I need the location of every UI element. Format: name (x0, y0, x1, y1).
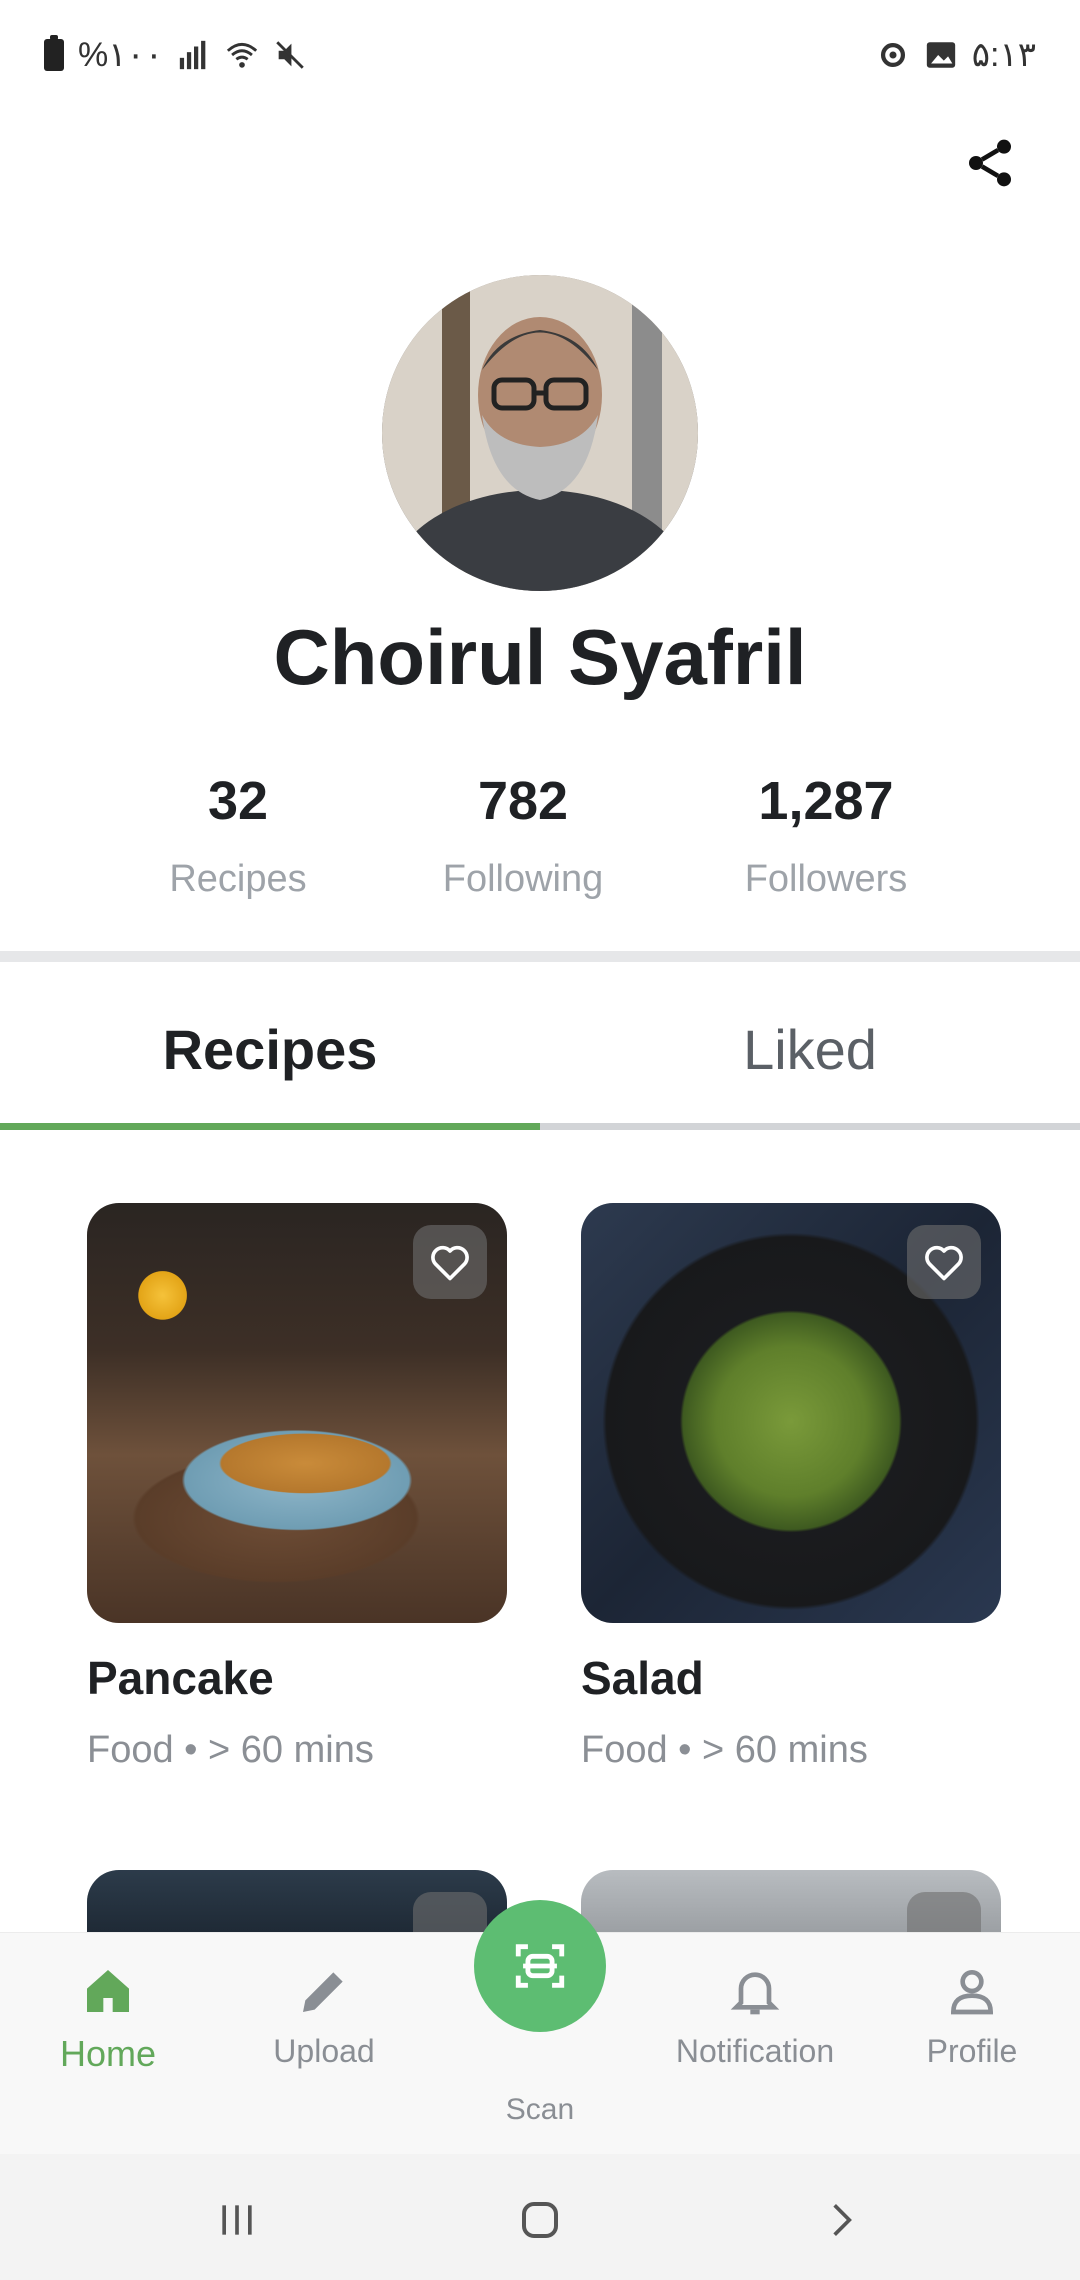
recipe-image[interactable] (581, 1203, 1001, 1623)
nav-scan-label[interactable]: Scan (440, 2093, 640, 2127)
clock: ۵:۱۳ (971, 36, 1036, 74)
favorite-button[interactable] (413, 1892, 487, 1932)
nav-label: Home (59, 2033, 157, 2074)
mute-icon (276, 41, 304, 69)
status-bar: %۱۰۰ ۵:۱۳ (0, 0, 1080, 110)
share-icon (969, 139, 1011, 187)
recipe-card-pancake[interactable]: Pancake Food • > 60 mins (87, 1203, 507, 1772)
favorite-button[interactable] (413, 1225, 487, 1299)
system-back-button[interactable] (812, 2190, 872, 2250)
battery-icon (44, 35, 64, 71)
profile-name: Choirul Syafril (273, 613, 807, 701)
gallery-icon (926, 42, 955, 68)
heart-icon (431, 1245, 469, 1281)
home-square-icon (522, 2202, 558, 2238)
stat-value: 1,287 (758, 771, 894, 831)
signal-icon (179, 40, 206, 70)
wifi-icon (226, 42, 258, 68)
favorite-button[interactable] (907, 1892, 981, 1932)
recipe-card-salad[interactable]: Salad Food • > 60 mins (581, 1203, 1001, 1772)
profile-tabs: Recipes Liked (0, 975, 1080, 1130)
heart-icon (925, 1245, 963, 1281)
share-button[interactable] (962, 135, 1018, 191)
recipe-card-peek[interactable] (87, 1870, 507, 1932)
stat-label: Following (442, 858, 604, 900)
recipe-title: Salad (581, 1652, 704, 1704)
stat-label: Followers (744, 858, 908, 900)
recipe-meta: Food • > 60 mins (87, 1729, 374, 1771)
avatar-portrait (382, 275, 698, 591)
stat-recipes[interactable]: 32 Recipes (108, 770, 368, 901)
pencil-icon (303, 1972, 343, 2012)
profile-stats: 32 Recipes 782 Following 1,287 Followers (0, 770, 1080, 920)
recent-apps-icon (222, 2205, 252, 2235)
nav-notification[interactable]: Notification (655, 1963, 855, 2070)
tab-indicator-active (0, 1123, 540, 1130)
recipe-card-peek[interactable] (581, 1870, 1001, 1932)
chevron-right-icon (833, 2204, 852, 2236)
scan-icon (515, 1944, 565, 1988)
nav-label: Profile (926, 2033, 1018, 2069)
status-left: %۱۰۰ (44, 35, 307, 75)
person-icon (950, 1970, 994, 2015)
system-navigation-bar (0, 2154, 1080, 2280)
nav-home[interactable]: Home (8, 1963, 208, 2075)
recipe-title: Pancake (87, 1652, 274, 1704)
bell-icon (730, 1972, 780, 2015)
recent-apps-button[interactable] (207, 2190, 267, 2250)
battery-text: %۱۰۰ (78, 36, 164, 74)
system-home-button[interactable] (510, 2190, 570, 2250)
settings-gear-icon (880, 42, 905, 68)
nav-label: Notification (675, 2033, 835, 2069)
stat-value: 32 (207, 771, 269, 831)
section-divider (0, 951, 1080, 962)
scan-button[interactable] (474, 1900, 606, 2032)
tab-liked[interactable]: Liked (540, 975, 1080, 1123)
favorite-button[interactable] (907, 1225, 981, 1299)
status-right: ۵:۱۳ (876, 35, 1036, 75)
stat-label: Recipes (169, 858, 307, 900)
stat-followers[interactable]: 1,287 Followers (696, 770, 956, 901)
nav-profile[interactable]: Profile (872, 1963, 1072, 2070)
tab-recipes[interactable]: Recipes (0, 975, 540, 1123)
recipe-image[interactable] (87, 1203, 507, 1623)
nav-label: Upload (273, 2033, 375, 2069)
profile-avatar (382, 275, 698, 591)
stat-following[interactable]: 782 Following (393, 770, 653, 901)
recipe-meta: Food • > 60 mins (581, 1729, 868, 1771)
nav-upload[interactable]: Upload (224, 1963, 424, 2070)
home-icon (87, 1970, 129, 2012)
tab-indicator-track (0, 1123, 1080, 1130)
stat-value: 782 (477, 771, 569, 831)
